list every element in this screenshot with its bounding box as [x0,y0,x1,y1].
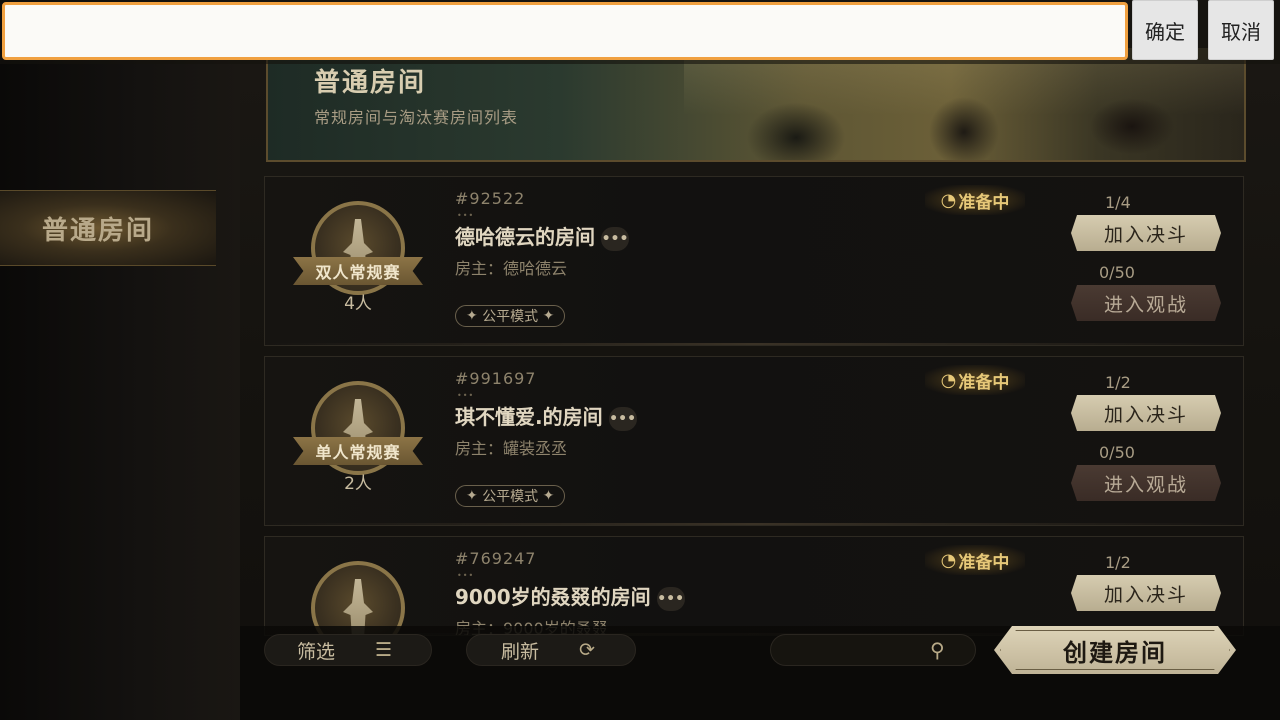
room-capacity: 1/2 [1105,553,1131,572]
join-duel-button[interactable]: 加入决斗 [1071,575,1221,611]
mode-emblem: 双人常规赛 4人 [293,201,423,321]
emblem-ribbon: 单人常规赛 [293,437,423,465]
room-card[interactable]: #769247 ••• 9000岁的叒叕的房间••• 房主：9000岁的叒叕 ◔… [264,536,1244,636]
create-room-button[interactable]: 创建房间 [994,626,1236,674]
more-options-icon[interactable]: ••• [656,586,685,611]
room-mode-label: 公平模式 [482,309,539,325]
room-capacity: 1/4 [1105,193,1131,212]
id-underline-dots: ••• [457,571,475,580]
list-icon: ☰ [375,639,393,661]
filter-label: 筛选 [297,640,336,663]
hourglass-icon: ◔ [940,189,957,211]
diamond-right-icon: ✦ [542,308,555,324]
status-label: 准备中 [958,372,1010,393]
room-player-count: 4人 [344,294,372,314]
more-options-icon[interactable]: ••• [601,226,629,251]
status-badge: ◔ 准备中 [925,365,1025,395]
join-duel-button[interactable]: 加入决斗 [1071,395,1221,431]
id-underline-dots: ••• [457,211,475,220]
emblem-ribbon: 双人常规赛 [293,257,423,285]
room-name: 9000岁的叒叕的房间 [455,585,651,609]
spectator-count: 0/50 [1099,443,1135,462]
diamond-right-icon: ✦ [542,488,555,504]
sidebar-tab-label: 普通房间 [42,215,155,246]
room-id: #991697 [455,369,537,388]
mode-emblem: 单人常规赛 2人 [293,381,423,501]
room-mode-label: 公平模式 [482,489,539,505]
refresh-button[interactable]: 刷新 ⟳ [466,634,636,666]
room-name-row: 德哈德云的房间 ••• [455,221,629,251]
filter-button[interactable]: 筛选 ☰ [264,634,432,666]
room-id: #92522 [455,189,526,208]
more-options-icon[interactable]: ••• [608,406,637,431]
confirm-button[interactable]: 确定 [1132,0,1198,60]
room-capacity: 1/2 [1105,373,1131,392]
page-subtitle: 常规房间与淘汰赛房间列表 [314,108,519,127]
search-icon[interactable]: ⚲ [930,638,945,662]
search-input[interactable] [770,634,976,666]
room-mode-tag: ✦ 公平模式 ✦ [455,485,566,507]
join-duel-button[interactable]: 加入决斗 [1071,215,1221,251]
page-title: 普通房间 [314,68,427,98]
id-underline-dots: ••• [457,391,475,400]
spectator-count: 0/50 [1099,263,1135,282]
room-type-label: 单人常规赛 [315,443,401,462]
cancel-button[interactable]: 取消 [1208,0,1274,60]
text-input-field[interactable] [2,2,1128,60]
status-badge: ◔ 准备中 [925,185,1025,215]
spectate-button[interactable]: 进入观战 [1071,285,1221,321]
diamond-left-icon: ✦ [466,488,478,504]
refresh-label: 刷新 [501,640,540,663]
hourglass-icon: ◔ [940,549,957,571]
room-name: 琪不懂爱.的房间 [455,405,603,429]
hourglass-icon: ◔ [940,369,957,391]
room-name-row: 9000岁的叒叕的房间 ••• [455,581,685,611]
room-name: 德哈德云的房间 [455,225,595,249]
status-label: 准备中 [958,192,1010,213]
room-host: 房主：罐装丞丞 [455,439,568,458]
room-player-count: 2人 [344,474,372,494]
status-badge: ◔ 准备中 [925,545,1025,575]
room-card[interactable]: 单人常规赛 2人 #991697 ••• 琪不懂爱.的房间 ••• 房主：罐装丞丞… [264,356,1244,526]
room-host: 房主：德哈德云 [455,259,568,278]
room-card[interactable]: 双人常规赛 4人 #92522 ••• 德哈德云的房间 ••• 房主：德哈德云 ✦… [264,176,1244,346]
mode-emblem [293,561,423,635]
diamond-left-icon: ✦ [466,308,478,324]
room-mode-tag: ✦ 公平模式 ✦ [455,305,566,327]
sidebar-tab-normal-room[interactable]: 普通房间 [0,190,216,266]
refresh-icon: ⟳ [579,639,595,661]
status-label: 准备中 [958,552,1010,573]
spectate-button[interactable]: 进入观战 [1071,465,1221,501]
header-banner: 普通房间 常规房间与淘汰赛房间列表 [266,48,1246,162]
left-panel: 普通房间 [0,0,240,720]
room-type-label: 双人常规赛 [315,263,401,282]
room-id: #769247 [455,549,537,568]
room-name-row: 琪不懂爱.的房间 ••• [455,401,637,431]
